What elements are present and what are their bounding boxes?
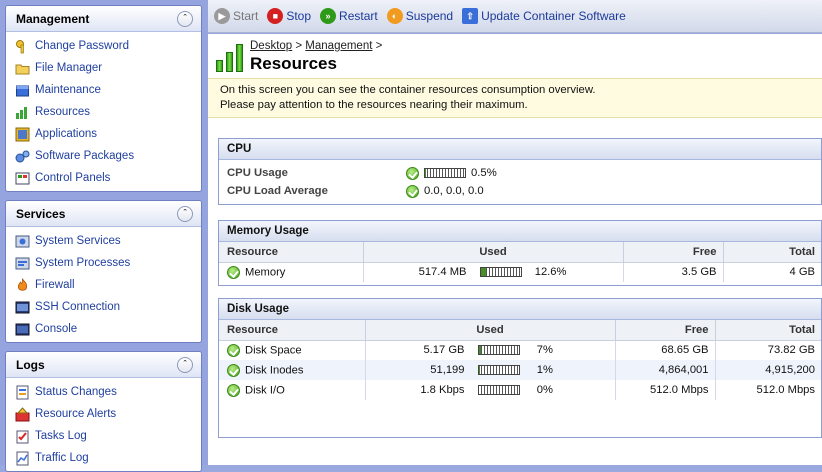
gears-icon <box>15 149 30 164</box>
suspend-button[interactable]: ◐ Suspend <box>386 8 453 24</box>
services-panel-title: Services <box>16 206 66 221</box>
disk-inodes-bar <box>477 365 520 376</box>
processes-icon <box>15 256 30 271</box>
disk-space-bar <box>477 345 520 356</box>
management-panel-header: Management ˆ <box>6 6 201 32</box>
applications-icon <box>15 127 30 142</box>
main-content: Desktop > Management > Resources On this… <box>208 34 822 465</box>
control-panel-icon <box>15 171 30 186</box>
alert-icon <box>15 406 30 422</box>
ok-check-icon <box>227 363 240 377</box>
folder-icon <box>15 61 30 76</box>
sidebar-item-applications[interactable]: Applications <box>6 123 201 145</box>
title-area: Desktop > Management > Resources <box>208 34 822 78</box>
cpu-usage-bar <box>424 168 466 178</box>
table-row: Disk Space 5.17 GB 7% 68.65 GB 73.82 GB <box>219 340 821 360</box>
ok-check-icon <box>406 166 419 180</box>
management-panel: Management ˆ Change Password File Manage… <box>5 5 202 192</box>
disk-col-total: Total <box>715 320 821 341</box>
resources-bar-chart-icon <box>216 42 244 72</box>
start-button[interactable]: ▶ Start <box>214 8 258 24</box>
logs-panel-title: Logs <box>16 357 45 372</box>
disk-col-used: Used <box>365 320 616 341</box>
disk-table: Resource Used Free Total Disk Space 5.17… <box>219 320 821 400</box>
suspend-icon: ◐ <box>386 8 403 24</box>
table-row: Memory 517.4 MB 12.6% 3.5 GB 4 GB <box>219 262 821 282</box>
sidebar: Management ˆ Change Password File Manage… <box>0 0 208 472</box>
restart-button[interactable]: » Restart <box>320 8 378 24</box>
sidebar-item-status-changes[interactable]: Status Changes <box>6 381 201 403</box>
sidebar-item-ssh-connection[interactable]: SSH Connection <box>6 296 201 318</box>
memory-col-total: Total <box>723 242 821 263</box>
sidebar-item-change-password[interactable]: Change Password <box>6 35 201 57</box>
cpu-usage-row: CPU Usage 0.5% <box>227 166 497 180</box>
sidebar-item-system-processes[interactable]: System Processes <box>6 252 201 274</box>
disk-panel-title: Disk Usage <box>219 299 821 320</box>
console-icon <box>15 322 30 337</box>
breadcrumb: Desktop > Management > <box>250 40 383 52</box>
play-icon: ▶ <box>214 8 230 24</box>
sidebar-item-console[interactable]: Console <box>6 318 201 340</box>
stop-button[interactable]: ■ Stop <box>267 8 311 24</box>
memory-table: Resource Used Free Total Memory 517.4 MB… <box>219 242 821 282</box>
collapse-up-icon[interactable]: ˆ <box>177 205 193 222</box>
services-icon <box>15 234 30 249</box>
update-icon: ⇧ <box>462 8 479 24</box>
cpu-panel-title: CPU <box>219 139 821 160</box>
memory-panel: Memory Usage Resource Used Free Total Me… <box>218 220 822 286</box>
breadcrumb-management-link[interactable]: Management <box>305 40 372 52</box>
memory-col-used: Used <box>363 242 624 263</box>
table-row: Disk I/O 1.8 Kbps 0% 512.0 Mbps 512.0 Mb… <box>219 380 821 400</box>
disk-panel: Disk Usage Resource Used Free Total Disk… <box>218 298 822 438</box>
cpu-load-row: CPU Load Average 0.0, 0.0, 0.0 <box>227 184 484 198</box>
sidebar-item-maintenance[interactable]: Maintenance <box>6 79 201 101</box>
ok-check-icon <box>227 265 240 279</box>
sidebar-item-software-packages[interactable]: Software Packages <box>6 145 201 167</box>
collapse-up-icon[interactable]: ˆ <box>177 356 193 373</box>
tasks-icon <box>15 429 30 444</box>
ok-check-icon <box>227 343 240 357</box>
disk-col-resource: Resource <box>219 320 366 341</box>
memory-panel-title: Memory Usage <box>219 221 821 242</box>
collapse-up-icon[interactable]: ˆ <box>177 10 193 27</box>
firewall-icon <box>15 277 30 293</box>
services-panel: Services ˆ System Services System Proces… <box>5 200 202 343</box>
memory-col-resource: Resource <box>219 242 364 263</box>
page-title: Resources <box>250 54 337 73</box>
cpu-panel: CPU CPU Usage 0.5% CPU Load Average 0.0,… <box>218 138 822 205</box>
restart-icon: » <box>320 8 337 24</box>
sidebar-item-system-services[interactable]: System Services <box>6 230 201 252</box>
breadcrumb-desktop-link[interactable]: Desktop <box>250 40 292 52</box>
sidebar-item-file-manager[interactable]: File Manager <box>6 57 201 79</box>
memory-col-free: Free <box>623 242 724 263</box>
sidebar-item-traffic-log[interactable]: Traffic Log <box>6 447 201 469</box>
services-panel-header: Services ˆ <box>6 201 201 227</box>
status-log-icon <box>15 385 30 400</box>
disk-col-free: Free <box>615 320 716 341</box>
logs-panel-header: Logs ˆ <box>6 352 201 378</box>
toolbar: ▶ Start ■ Stop » Restart ◐ Suspend ⇧ Upd… <box>208 0 822 33</box>
bar-chart-icon <box>15 105 30 120</box>
terminal-icon <box>15 300 30 315</box>
sidebar-item-firewall[interactable]: Firewall <box>6 274 201 296</box>
disk-io-bar <box>477 385 520 396</box>
memory-usage-bar <box>479 267 522 278</box>
sidebar-item-tasks-log[interactable]: Tasks Log <box>6 425 201 447</box>
sidebar-item-resources[interactable]: Resources <box>6 101 201 123</box>
management-panel-title: Management <box>16 11 90 26</box>
key-icon <box>15 39 30 54</box>
traffic-icon <box>15 451 30 466</box>
box-icon <box>15 83 30 98</box>
sidebar-item-control-panels[interactable]: Control Panels <box>6 167 201 189</box>
sidebar-item-resource-alerts[interactable]: Resource Alerts <box>6 403 201 425</box>
ok-check-icon <box>406 184 419 198</box>
stop-icon: ■ <box>267 8 284 24</box>
table-row: Disk Inodes 51,199 1% 4,864,001 4,915,20… <box>219 360 821 380</box>
update-container-software-button[interactable]: ⇧ Update Container Software <box>462 8 626 24</box>
logs-panel: Logs ˆ Status Changes Resource Alerts Ta… <box>5 351 202 472</box>
intro-text: On this screen you can see the container… <box>208 78 822 118</box>
ok-check-icon <box>227 383 240 397</box>
